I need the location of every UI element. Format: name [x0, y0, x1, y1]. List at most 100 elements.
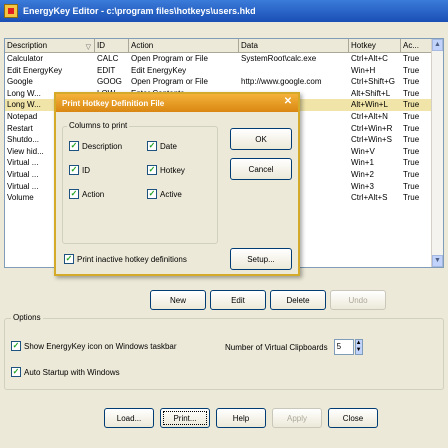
table-cell: SystemRoot\calc.exe: [241, 54, 317, 63]
check-action[interactable]: ✓ Action: [69, 189, 104, 199]
checkbox-checked-icon[interactable]: ✓: [11, 367, 21, 377]
table-cell: Ctrl+Alt+N: [351, 111, 388, 121]
table-cell: True: [403, 193, 420, 203]
table-cell: Ctrl+Alt+C: [351, 54, 388, 63]
help-button[interactable]: Help: [216, 408, 266, 428]
checkbox-checked-icon[interactable]: ✓: [69, 189, 79, 199]
table-cell: True: [403, 54, 420, 63]
table-cell: Open Program or File: [131, 77, 208, 87]
table-cell: [239, 65, 349, 77]
check-description[interactable]: ✓ Description: [69, 141, 122, 151]
table-cell: True: [403, 135, 420, 145]
new-button[interactable]: New: [150, 290, 206, 310]
window-title: EnergyKey Editor - c:\program files\hotk…: [23, 6, 256, 16]
close-icon[interactable]: ✕: [281, 96, 295, 109]
spin-down-icon[interactable]: ▼: [355, 347, 362, 354]
virtual-clipboards-input[interactable]: 5: [333, 339, 354, 355]
window-titlebar: EnergyKey Editor - c:\program files\hotk…: [0, 0, 448, 22]
column-header-active[interactable]: Ac...: [401, 39, 433, 53]
check-active[interactable]: ✓ Active: [147, 189, 182, 199]
table-cell: True: [403, 65, 420, 75]
check-date[interactable]: ✓ Date: [147, 141, 177, 151]
table-cell: Win+V: [351, 146, 375, 156]
table-header: Description ▽ ID Action Data Hotkey Ac..…: [5, 39, 433, 53]
scroll-down-icon[interactable]: ▼: [432, 255, 443, 267]
apply-button[interactable]: Apply: [272, 408, 322, 428]
spin-up-icon[interactable]: ▲: [355, 340, 362, 347]
table-cell: Win+1: [351, 158, 374, 168]
setup-button[interactable]: Setup...: [230, 248, 292, 270]
table-cell: True: [403, 123, 420, 133]
vertical-scrollbar[interactable]: ▲ ▼: [431, 39, 443, 267]
table-cell: Calculator: [7, 54, 44, 63]
table-cell: Win+2: [351, 169, 374, 179]
column-header-description[interactable]: Description ▽: [5, 39, 95, 53]
column-header-id[interactable]: ID: [95, 39, 129, 53]
table-cell: True: [403, 181, 420, 191]
table-cell: Alt+Win+L: [351, 100, 388, 110]
columns-group: Columns to print ✓ Description ✓ Date ✓ …: [62, 121, 218, 244]
checkbox-checked-icon[interactable]: ✓: [147, 189, 157, 199]
table-cell: Win+H: [351, 65, 376, 75]
column-header-data[interactable]: Data: [239, 39, 349, 53]
virtual-clipboards-label: Number of Virtual Clipboards: [225, 342, 328, 352]
footer-buttons: Load... Print... Help Apply Close: [104, 408, 378, 428]
table-cell: True: [403, 100, 420, 110]
table-cell: Google: [7, 77, 33, 87]
show-icon-option[interactable]: ✓ Show EnergyKey icon on Windows taskbar: [11, 341, 177, 351]
dialog-title: Print Hotkey Definition File: [62, 98, 165, 108]
table-cell: CALC: [97, 54, 119, 63]
checkbox-checked-icon[interactable]: ✓: [11, 341, 21, 351]
table-cell: Ctrl+Win+S: [351, 135, 392, 145]
table-cell: True: [403, 146, 420, 156]
column-header-hotkey[interactable]: Hotkey: [349, 39, 401, 53]
app-icon: [4, 4, 18, 18]
virtual-clipboards-spinner[interactable]: ▲ ▼: [354, 339, 363, 355]
table-cell: True: [403, 88, 420, 98]
table-cell: Ctrl+Alt+S: [351, 193, 388, 203]
options-label: Options: [11, 313, 43, 322]
delete-button[interactable]: Delete: [270, 290, 326, 310]
auto-startup-option[interactable]: ✓ Auto Startup with Windows: [11, 367, 120, 377]
load-button[interactable]: Load...: [104, 408, 154, 428]
checkbox-checked-icon[interactable]: ✓: [64, 254, 74, 264]
table-cell: EDIT: [97, 65, 116, 75]
list-action-buttons: New Edit Delete Undo: [150, 290, 386, 310]
options-group: Options ✓ Show EnergyKey icon on Windows…: [4, 313, 444, 390]
table-row[interactable]: Edit EnergyKey EDIT Edit EnergyKey Win+H Tru…: [5, 65, 433, 77]
table-cell: Win+3: [351, 181, 374, 191]
table-cell: http://www.google.com: [241, 77, 322, 87]
cancel-button[interactable]: Cancel: [230, 158, 292, 180]
table-row[interactable]: Calculator CALC Open Program or File System…: [5, 53, 433, 65]
table-cell: Edit EnergyKey: [131, 65, 187, 75]
edit-button[interactable]: Edit: [210, 290, 266, 310]
checkbox-checked-icon[interactable]: ✓: [69, 141, 79, 151]
close-button[interactable]: Close: [328, 408, 378, 428]
table-row[interactable]: Google GOOG Open Program or File http://www…: [5, 76, 433, 88]
table-cell: True: [403, 111, 420, 121]
ok-button[interactable]: OK: [230, 128, 292, 150]
print-button[interactable]: Print...: [160, 408, 210, 428]
check-hotkey[interactable]: ✓ Hotkey: [147, 165, 185, 175]
checkbox-checked-icon[interactable]: ✓: [69, 165, 79, 175]
virtual-clipboards-setting: Number of Virtual Clipboards 5 ▲ ▼: [225, 339, 363, 355]
table-cell: Edit EnergyKey: [7, 65, 63, 75]
print-dialog: Print Hotkey Definition File ✕ Columns t…: [54, 92, 300, 276]
table-cell: Open Program or File: [131, 54, 208, 63]
sort-descending-icon: ▽: [85, 44, 91, 51]
checkbox-checked-icon[interactable]: ✓: [147, 165, 157, 175]
undo-button[interactable]: Undo: [330, 290, 386, 310]
table-cell: Ctrl+Win+R: [351, 123, 393, 133]
table-cell: Alt+Shift+L: [351, 88, 391, 98]
table-cell: GOOG: [97, 77, 122, 87]
checkbox-checked-icon[interactable]: ✓: [147, 141, 157, 151]
table-cell: Ctrl+Shift+G: [351, 77, 396, 87]
column-header-action[interactable]: Action: [129, 39, 239, 53]
table-cell: True: [403, 169, 420, 179]
table-cell: True: [403, 158, 420, 168]
table-cell: True: [403, 77, 420, 87]
print-inactive-option[interactable]: ✓ Print inactive hotkey definitions: [64, 254, 187, 264]
scroll-up-icon[interactable]: ▲: [432, 39, 443, 51]
columns-group-label: Columns to print: [67, 121, 130, 130]
check-id[interactable]: ✓ ID: [69, 165, 90, 175]
